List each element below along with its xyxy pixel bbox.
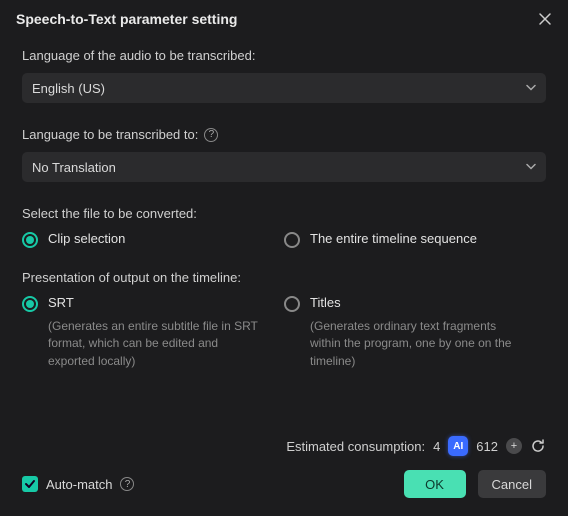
source-language-label: Language of the audio to be transcribed: [22,48,546,63]
radio-clip-selection[interactable]: Clip selection [22,231,284,248]
estimated-value: 4 [433,439,440,454]
help-icon[interactable]: ? [120,477,134,491]
radio-bullet-icon [284,296,300,312]
radio-titles-desc: (Generates ordinary text fragments withi… [284,318,524,370]
target-language-value: No Translation [32,160,116,175]
radio-entire-timeline[interactable]: The entire timeline sequence [284,231,546,248]
source-language-value: English (US) [32,81,105,96]
cancel-button[interactable]: Cancel [478,470,546,498]
bottom-row: Auto-match ? OK Cancel [22,470,546,498]
auto-match-group: Auto-match ? [22,476,134,492]
chevron-down-icon [526,81,536,96]
chevron-down-icon [526,160,536,175]
dialog-content: Language of the audio to be transcribed:… [0,38,568,426]
radio-timeline-label: The entire timeline sequence [310,231,477,246]
radio-titles-label: Titles [310,295,341,310]
ok-button[interactable]: OK [404,470,466,498]
ai-badge-icon: AI [448,436,468,456]
target-language-label: Language to be transcribed to: ? [22,127,546,142]
target-language-label-text: Language to be transcribed to: [22,127,198,142]
target-language-section: Language to be transcribed to: ? No Tran… [22,127,546,182]
credits-value: 612 [476,439,498,454]
radio-bullet-icon [22,232,38,248]
add-credits-button[interactable]: + [506,438,522,454]
estimated-consumption-row: Estimated consumption: 4 AI 612 + [22,436,546,456]
source-language-section: Language of the audio to be transcribed:… [22,48,546,103]
source-language-select[interactable]: English (US) [22,73,546,103]
titlebar: Speech-to-Text parameter setting [0,0,568,38]
target-language-select[interactable]: No Translation [22,152,546,182]
radio-titles[interactable]: Titles [284,295,546,312]
refresh-icon[interactable] [530,438,546,454]
radio-srt[interactable]: SRT [22,295,284,312]
radio-srt-desc: (Generates an entire subtitle file in SR… [22,318,262,370]
radio-bullet-icon [22,296,38,312]
output-presentation-section: Presentation of output on the timeline: … [22,270,546,370]
close-icon[interactable] [536,10,554,28]
help-icon[interactable]: ? [204,128,218,142]
auto-match-label: Auto-match [46,477,112,492]
radio-srt-label: SRT [48,295,74,310]
radio-bullet-icon [284,232,300,248]
speech-to-text-dialog: Speech-to-Text parameter setting Languag… [0,0,568,516]
dialog-title: Speech-to-Text parameter setting [16,11,237,27]
radio-clip-label: Clip selection [48,231,125,246]
dialog-footer: Estimated consumption: 4 AI 612 + Auto-m… [0,426,568,516]
estimated-label: Estimated consumption: [286,439,425,454]
output-presentation-label: Presentation of output on the timeline: [22,270,546,285]
auto-match-checkbox[interactable] [22,476,38,492]
button-group: OK Cancel [404,470,546,498]
file-selection-section: Select the file to be converted: Clip se… [22,206,546,248]
file-selection-label: Select the file to be converted: [22,206,546,221]
